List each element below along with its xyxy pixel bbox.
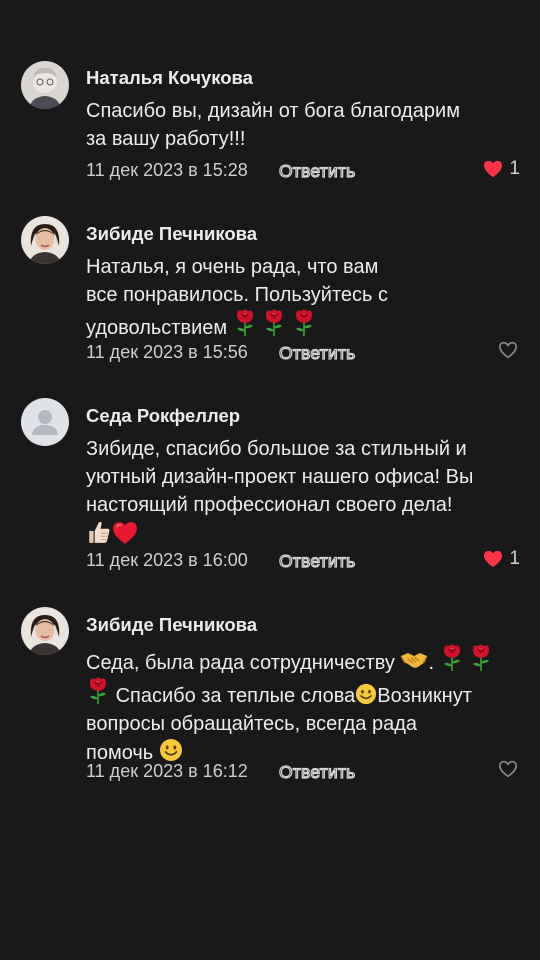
heart-outline-icon bbox=[498, 760, 518, 778]
like-button[interactable] bbox=[498, 760, 518, 778]
comment-text-line: Зибиде, спасибо большое за стильный и bbox=[86, 438, 467, 460]
heart-filled-icon bbox=[483, 160, 503, 178]
rose-emoji bbox=[469, 644, 493, 672]
comment-date: 11 дек 2023 в 16:00 bbox=[86, 550, 248, 570]
comment-author[interactable]: Зибиде Печникова bbox=[86, 614, 257, 636]
like-button[interactable]: 1 bbox=[483, 548, 520, 570]
like-count: 1 bbox=[509, 548, 520, 569]
rose-emoji bbox=[262, 309, 286, 337]
comment-text-line: Спасибо вы, дизайн от бога благодарим bbox=[86, 100, 460, 122]
like-count: 1 bbox=[509, 158, 520, 179]
heart-filled-icon bbox=[483, 550, 503, 568]
smile-emoji bbox=[159, 738, 183, 762]
comment-text-line: уютный дизайн-проект нашего офиса! Вы bbox=[86, 466, 474, 488]
comment-author[interactable]: Зибиде Печникова bbox=[86, 223, 257, 245]
user-placeholder-icon bbox=[21, 398, 69, 446]
avatar[interactable] bbox=[21, 61, 69, 109]
comment-text-line: Седа, была рада сотрудничеству bbox=[86, 652, 395, 674]
like-button[interactable] bbox=[498, 341, 518, 359]
avatar[interactable] bbox=[21, 216, 69, 264]
comment-author[interactable]: Наталья Кочукова bbox=[86, 67, 253, 89]
avatar[interactable] bbox=[21, 607, 69, 655]
comment-text: Зибиде, спасибо большое за стильный и ую… bbox=[86, 435, 526, 550]
comment-text: Седа, была рада сотрудничеству . Спасибо… bbox=[86, 644, 526, 767]
avatar[interactable] bbox=[21, 398, 69, 446]
heart-outline-icon bbox=[498, 341, 518, 359]
comment-text-line: Спасибо за теплые слова bbox=[115, 685, 356, 707]
handshake-emoji bbox=[400, 648, 428, 672]
rose-emoji bbox=[233, 309, 257, 337]
rose-emoji bbox=[440, 644, 464, 672]
comment-text-line: все понравилось. Пользуйтесь с bbox=[86, 284, 388, 306]
thumbs-up-emoji bbox=[86, 519, 112, 545]
comment-text-line: Возникнут bbox=[377, 685, 472, 707]
reply-button[interactable]: Ответить bbox=[278, 550, 355, 572]
comment-date: 11 дек 2023 в 15:28 bbox=[86, 160, 248, 180]
reply-button[interactable]: Ответить bbox=[278, 761, 355, 783]
comment-text-line: настоящий профессионал своего дела! bbox=[86, 494, 453, 516]
rose-emoji bbox=[86, 677, 110, 705]
comment-author[interactable]: Седа Рокфеллер bbox=[86, 405, 240, 427]
comment-text-line: удовольствием bbox=[86, 317, 228, 339]
comment-text-line: вопросы обращайтесь, всегда рада bbox=[86, 713, 418, 735]
red-heart-emoji bbox=[112, 521, 138, 545]
reply-button[interactable]: Ответить bbox=[278, 160, 355, 182]
rose-emoji bbox=[292, 309, 316, 337]
reply-button[interactable]: Ответить bbox=[278, 342, 355, 364]
like-button[interactable]: 1 bbox=[483, 158, 520, 180]
comment-text: Спасибо вы, дизайн от бога благодарим за… bbox=[86, 97, 526, 153]
comment-text-line: Наталья, я очень рада, что вам bbox=[86, 256, 379, 278]
comment-text: Наталья, я очень рада, что вам все понра… bbox=[86, 253, 526, 342]
smile-emoji bbox=[355, 683, 377, 705]
comment-date: 11 дек 2023 в 16:12 bbox=[86, 761, 248, 781]
comment-text-line: за вашу работу!!! bbox=[86, 128, 246, 150]
comment-date: 11 дек 2023 в 15:56 bbox=[86, 342, 248, 362]
